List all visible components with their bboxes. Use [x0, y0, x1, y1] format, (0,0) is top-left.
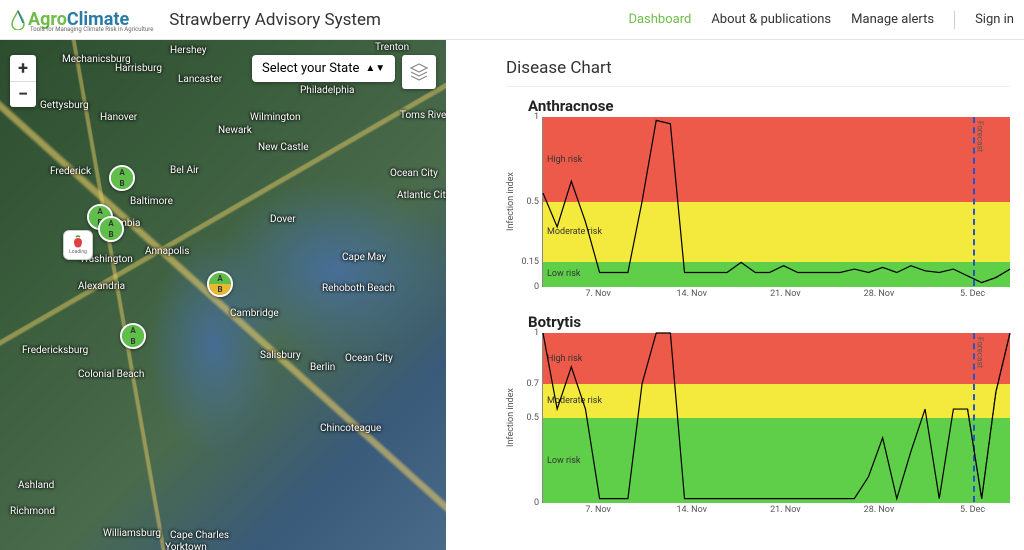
xtick: 21. Nov	[770, 505, 801, 515]
city-label: Trenton	[375, 42, 409, 53]
xtick: 7. Nov	[585, 289, 611, 299]
layers-icon	[409, 62, 429, 82]
city-label: Toms River	[400, 110, 446, 121]
city-label: Newark	[218, 125, 252, 136]
xtick: 7. Nov	[585, 505, 611, 515]
city-label: Yorktown	[165, 542, 207, 550]
city-label: Philadelphia	[300, 85, 355, 96]
state-select-label: Select your State	[262, 61, 359, 76]
ytick: 0.5	[527, 197, 540, 207]
station-marker[interactable]: AB	[120, 323, 146, 349]
city-label: Gettysburg	[40, 100, 89, 111]
state-select[interactable]: Select your State ▲▼	[252, 55, 395, 82]
xtick: 28. Nov	[864, 505, 895, 515]
city-label: Lancaster	[178, 74, 222, 85]
city-label: Chincoteague	[320, 423, 381, 434]
chart-ylabel: Infection index	[506, 333, 520, 503]
ytick: 0.5	[527, 413, 540, 423]
city-label: Colonial Beach	[78, 369, 144, 380]
chart-ylabel: Infection index	[506, 117, 520, 287]
city-label: New Castle	[258, 142, 309, 153]
xtick: 28. Nov	[864, 289, 895, 299]
station-marker[interactable]: AB	[207, 271, 233, 297]
city-label: Hanover	[100, 112, 137, 123]
main: + − Select your State ▲▼ HersheyMechanic…	[0, 40, 1024, 550]
map[interactable]: + − Select your State ▲▼ HersheyMechanic…	[0, 40, 446, 550]
city-label: Cambridge	[230, 308, 279, 319]
city-label: Fredericksburg	[22, 345, 88, 356]
droplet-icon	[10, 10, 26, 30]
xtick: 5. Dec	[960, 289, 985, 299]
chart-yaxis: 10.50.150	[520, 117, 542, 287]
chart-plot[interactable]: High riskModerate riskLow riskForecast	[542, 333, 1010, 503]
city-label: Rehoboth Beach	[322, 283, 395, 294]
nav-divider	[954, 11, 955, 29]
chart-line	[543, 117, 1010, 286]
city-label: Berlin	[310, 362, 335, 373]
ytick: 0.7	[527, 379, 540, 389]
ytick: 0	[534, 498, 539, 508]
station-marker[interactable]: AB	[98, 216, 124, 242]
xtick: 5. Dec	[960, 505, 985, 515]
ytick: 0.15	[521, 257, 539, 267]
zoom-out-button[interactable]: −	[10, 81, 36, 107]
city-label: Bel Air	[170, 165, 199, 176]
city-label: Ocean City	[345, 353, 393, 364]
station-marker[interactable]: AB	[109, 165, 135, 191]
charts-section-title: Disease Chart	[506, 58, 1010, 87]
city-label: Ocean City	[390, 168, 438, 179]
nav-manage-alerts[interactable]: Manage alerts	[851, 12, 934, 27]
sort-icon: ▲▼	[365, 63, 385, 74]
city-label: Salisbury	[260, 350, 301, 361]
xtick: 21. Nov	[770, 289, 801, 299]
app-title: Strawberry Advisory System	[169, 10, 381, 30]
nav-about[interactable]: About & publications	[711, 12, 831, 27]
chart-xaxis: 7. Nov 14. Nov 21. Nov 28. Nov 5. Dec	[542, 503, 1010, 519]
chart-botrytis: Botrytis Infection index 1 0.7 0.5 0 High r…	[506, 313, 1010, 519]
city-label: Cape May	[342, 252, 386, 263]
city-label: Dover	[270, 214, 296, 225]
loading-text: Loading	[69, 249, 87, 255]
chart-yaxis: 10.70.50	[520, 333, 542, 503]
city-label: Hershey	[170, 45, 206, 56]
chart-xaxis: 7. Nov 14. Nov 21. Nov 28. Nov 5. Dec	[542, 287, 1010, 303]
nav: Dashboard About & publications Manage al…	[628, 11, 1014, 29]
xtick: 14. Nov	[676, 505, 707, 515]
city-label: Cape Charles	[170, 530, 229, 541]
city-label: Annapolis	[145, 246, 189, 257]
nav-signin[interactable]: Sign in	[975, 12, 1014, 27]
city-label: Atlantic City	[397, 190, 446, 201]
map-zoom: + −	[10, 55, 36, 107]
ytick: 0	[534, 282, 539, 292]
city-label: Ashland	[18, 480, 54, 491]
xtick: 14. Nov	[676, 289, 707, 299]
chart-title: Botrytis	[528, 313, 1010, 331]
city-label: Williamsburg	[103, 528, 161, 539]
ytick: 1	[534, 112, 539, 122]
city-label: Frederick	[50, 166, 91, 177]
ytick: 1	[534, 328, 539, 338]
city-label: Harrisburg	[115, 63, 162, 74]
chart-plot[interactable]: High riskModerate riskLow riskForecast	[542, 117, 1010, 287]
charts-pane: Disease Chart Anthracnose Infection inde…	[446, 40, 1024, 550]
city-label: Wilmington	[250, 112, 300, 123]
city-label: Baltimore	[130, 196, 173, 207]
chart-line	[543, 333, 1010, 502]
station-loading-marker[interactable]: Loading	[63, 230, 93, 260]
map-layers-button[interactable]	[402, 55, 436, 89]
strawberry-icon	[71, 235, 85, 249]
chart-anthracnose: Anthracnose Infection index 1 0.5 0.15 0 Hi…	[506, 97, 1010, 303]
city-label: Alexandria	[78, 281, 125, 292]
chart-title: Anthracnose	[528, 97, 1010, 115]
city-label: Richmond	[10, 506, 55, 517]
logo-subtitle: Tools for Managing Climate Risk in Agric…	[30, 26, 153, 33]
zoom-in-button[interactable]: +	[10, 55, 36, 81]
nav-dashboard[interactable]: Dashboard	[628, 12, 691, 27]
header: AgroClimate Tools for Managing Climate R…	[0, 0, 1024, 40]
